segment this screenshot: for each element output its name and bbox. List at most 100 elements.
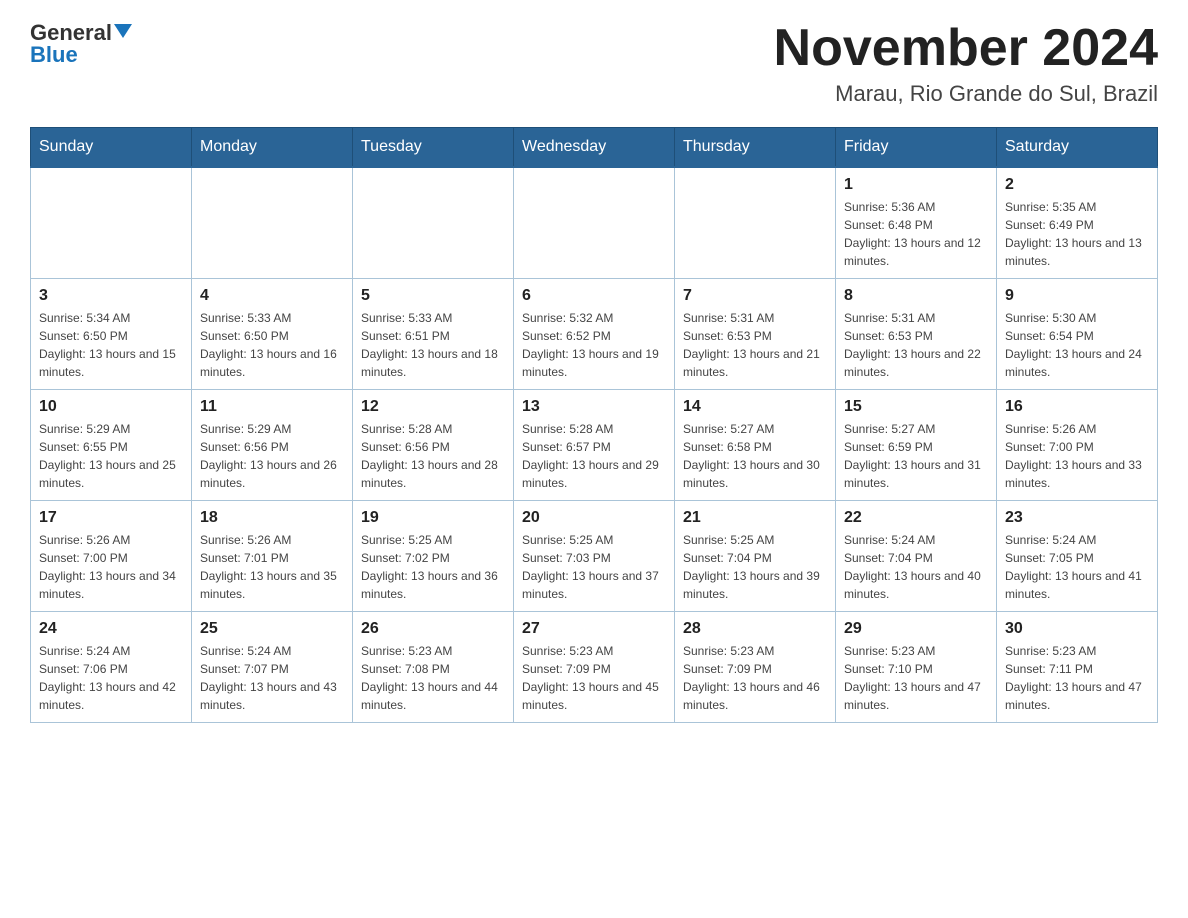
calendar-cell: 14 Sunrise: 5:27 AMSunset: 6:58 PMDayligh… (675, 390, 836, 501)
day-number: 13 (522, 398, 666, 416)
calendar-cell: 20 Sunrise: 5:25 AMSunset: 7:03 PMDayligh… (514, 501, 675, 612)
day-number: 1 (844, 176, 988, 194)
day-info: Sunrise: 5:26 AMSunset: 7:00 PMDaylight:… (39, 531, 183, 603)
header-monday: Monday (192, 128, 353, 168)
calendar-cell: 15 Sunrise: 5:27 AMSunset: 6:59 PMDayligh… (836, 390, 997, 501)
calendar-cell: 21Sunrise: 5:25 AMSunset: 7:04 PMDayligh… (675, 501, 836, 612)
calendar-cell (675, 167, 836, 279)
calendar-cell: 7 Sunrise: 5:31 AMSunset: 6:53 PMDaylight… (675, 279, 836, 390)
day-number: 18 (200, 509, 344, 527)
calendar-cell: 2 Sunrise: 5:35 AMSunset: 6:49 PMDaylight… (997, 167, 1158, 279)
calendar-week-row: 1 Sunrise: 5:36 AMSunset: 6:48 PMDaylight… (31, 167, 1158, 279)
header-friday: Friday (836, 128, 997, 168)
day-number: 20 (522, 509, 666, 527)
day-info: Sunrise: 5:27 AMSunset: 6:59 PMDaylight:… (844, 420, 988, 492)
day-number: 23 (1005, 509, 1149, 527)
day-number: 8 (844, 287, 988, 305)
day-number: 9 (1005, 287, 1149, 305)
day-number: 7 (683, 287, 827, 305)
day-info: Sunrise: 5:23 AMSunset: 7:09 PMDaylight:… (683, 642, 827, 714)
day-number: 12 (361, 398, 505, 416)
day-info: Sunrise: 5:24 AMSunset: 7:04 PMDaylight:… (844, 531, 988, 603)
day-number: 29 (844, 620, 988, 638)
calendar-cell: 25Sunrise: 5:24 AMSunset: 7:07 PMDayligh… (192, 612, 353, 723)
day-info: Sunrise: 5:23 AMSunset: 7:10 PMDaylight:… (844, 642, 988, 714)
day-info: Sunrise: 5:35 AMSunset: 6:49 PMDaylight:… (1005, 198, 1149, 270)
day-info: Sunrise: 5:24 AMSunset: 7:05 PMDaylight:… (1005, 531, 1149, 603)
calendar-cell: 26 Sunrise: 5:23 AMSunset: 7:08 PMDayligh… (353, 612, 514, 723)
day-info: Sunrise: 5:36 AMSunset: 6:48 PMDaylight:… (844, 198, 988, 270)
title-area: November 2024 Marau, Rio Grande do Sul, … (774, 20, 1158, 107)
calendar-header-row: Sunday Monday Tuesday Wednesday Thursday… (31, 128, 1158, 168)
calendar-cell: 29 Sunrise: 5:23 AMSunset: 7:10 PMDayligh… (836, 612, 997, 723)
calendar-cell (31, 167, 192, 279)
logo-triangle-icon (114, 24, 132, 38)
calendar-cell: 4 Sunrise: 5:33 AMSunset: 6:50 PMDaylight… (192, 279, 353, 390)
day-number: 16 (1005, 398, 1149, 416)
day-number: 4 (200, 287, 344, 305)
calendar-cell: 1 Sunrise: 5:36 AMSunset: 6:48 PMDaylight… (836, 167, 997, 279)
day-number: 22 (844, 509, 988, 527)
calendar-table: Sunday Monday Tuesday Wednesday Thursday… (30, 127, 1158, 723)
header-wednesday: Wednesday (514, 128, 675, 168)
header-thursday: Thursday (675, 128, 836, 168)
day-number: 19 (361, 509, 505, 527)
day-number: 14 (683, 398, 827, 416)
location-title: Marau, Rio Grande do Sul, Brazil (774, 81, 1158, 107)
day-info: Sunrise: 5:33 AMSunset: 6:50 PMDaylight:… (200, 309, 344, 381)
logo-blue-text: Blue (30, 42, 78, 68)
month-title: November 2024 (774, 20, 1158, 77)
calendar-week-row: 17 Sunrise: 5:26 AMSunset: 7:00 PMDayligh… (31, 501, 1158, 612)
day-info: Sunrise: 5:30 AMSunset: 6:54 PMDaylight:… (1005, 309, 1149, 381)
day-info: Sunrise: 5:23 AMSunset: 7:09 PMDaylight:… (522, 642, 666, 714)
day-info: Sunrise: 5:27 AMSunset: 6:58 PMDaylight:… (683, 420, 827, 492)
calendar-cell: 6 Sunrise: 5:32 AMSunset: 6:52 PMDaylight… (514, 279, 675, 390)
day-number: 25 (200, 620, 344, 638)
day-info: Sunrise: 5:25 AMSunset: 7:03 PMDaylight:… (522, 531, 666, 603)
day-info: Sunrise: 5:23 AMSunset: 7:11 PMDaylight:… (1005, 642, 1149, 714)
day-info: Sunrise: 5:29 AMSunset: 6:56 PMDaylight:… (200, 420, 344, 492)
calendar-cell: 30 Sunrise: 5:23 AMSunset: 7:11 PMDayligh… (997, 612, 1158, 723)
day-number: 11 (200, 398, 344, 416)
day-info: Sunrise: 5:26 AMSunset: 7:00 PMDaylight:… (1005, 420, 1149, 492)
day-number: 10 (39, 398, 183, 416)
day-info: Sunrise: 5:32 AMSunset: 6:52 PMDaylight:… (522, 309, 666, 381)
calendar-cell: 28 Sunrise: 5:23 AMSunset: 7:09 PMDayligh… (675, 612, 836, 723)
day-number: 5 (361, 287, 505, 305)
calendar-cell: 23 Sunrise: 5:24 AMSunset: 7:05 PMDayligh… (997, 501, 1158, 612)
day-info: Sunrise: 5:23 AMSunset: 7:08 PMDaylight:… (361, 642, 505, 714)
calendar-cell: 16 Sunrise: 5:26 AMSunset: 7:00 PMDayligh… (997, 390, 1158, 501)
day-info: Sunrise: 5:29 AMSunset: 6:55 PMDaylight:… (39, 420, 183, 492)
day-number: 26 (361, 620, 505, 638)
day-info: Sunrise: 5:25 AMSunset: 7:04 PMDaylight:… (683, 531, 827, 603)
day-number: 17 (39, 509, 183, 527)
calendar-cell: 13 Sunrise: 5:28 AMSunset: 6:57 PMDayligh… (514, 390, 675, 501)
day-info: Sunrise: 5:28 AMSunset: 6:56 PMDaylight:… (361, 420, 505, 492)
calendar-cell: 5Sunrise: 5:33 AMSunset: 6:51 PMDaylight… (353, 279, 514, 390)
calendar-week-row: 10 Sunrise: 5:29 AMSunset: 6:55 PMDayligh… (31, 390, 1158, 501)
day-info: Sunrise: 5:25 AMSunset: 7:02 PMDaylight:… (361, 531, 505, 603)
day-number: 6 (522, 287, 666, 305)
calendar-cell: 27Sunrise: 5:23 AMSunset: 7:09 PMDayligh… (514, 612, 675, 723)
day-number: 15 (844, 398, 988, 416)
calendar-cell: 17 Sunrise: 5:26 AMSunset: 7:00 PMDayligh… (31, 501, 192, 612)
calendar-cell (514, 167, 675, 279)
day-info: Sunrise: 5:31 AMSunset: 6:53 PMDaylight:… (683, 309, 827, 381)
calendar-cell: 11 Sunrise: 5:29 AMSunset: 6:56 PMDayligh… (192, 390, 353, 501)
calendar-cell: 12 Sunrise: 5:28 AMSunset: 6:56 PMDayligh… (353, 390, 514, 501)
day-number: 2 (1005, 176, 1149, 194)
logo: General Blue (30, 20, 134, 68)
calendar-week-row: 24Sunrise: 5:24 AMSunset: 7:06 PMDayligh… (31, 612, 1158, 723)
header-sunday: Sunday (31, 128, 192, 168)
calendar-cell: 24Sunrise: 5:24 AMSunset: 7:06 PMDayligh… (31, 612, 192, 723)
day-info: Sunrise: 5:28 AMSunset: 6:57 PMDaylight:… (522, 420, 666, 492)
calendar-cell: 19 Sunrise: 5:25 AMSunset: 7:02 PMDayligh… (353, 501, 514, 612)
day-info: Sunrise: 5:34 AMSunset: 6:50 PMDaylight:… (39, 309, 183, 381)
day-number: 30 (1005, 620, 1149, 638)
calendar-week-row: 3Sunrise: 5:34 AMSunset: 6:50 PMDaylight… (31, 279, 1158, 390)
day-number: 28 (683, 620, 827, 638)
calendar-cell: 8 Sunrise: 5:31 AMSunset: 6:53 PMDaylight… (836, 279, 997, 390)
calendar-cell: 9 Sunrise: 5:30 AMSunset: 6:54 PMDaylight… (997, 279, 1158, 390)
day-info: Sunrise: 5:31 AMSunset: 6:53 PMDaylight:… (844, 309, 988, 381)
day-info: Sunrise: 5:24 AMSunset: 7:06 PMDaylight:… (39, 642, 183, 714)
